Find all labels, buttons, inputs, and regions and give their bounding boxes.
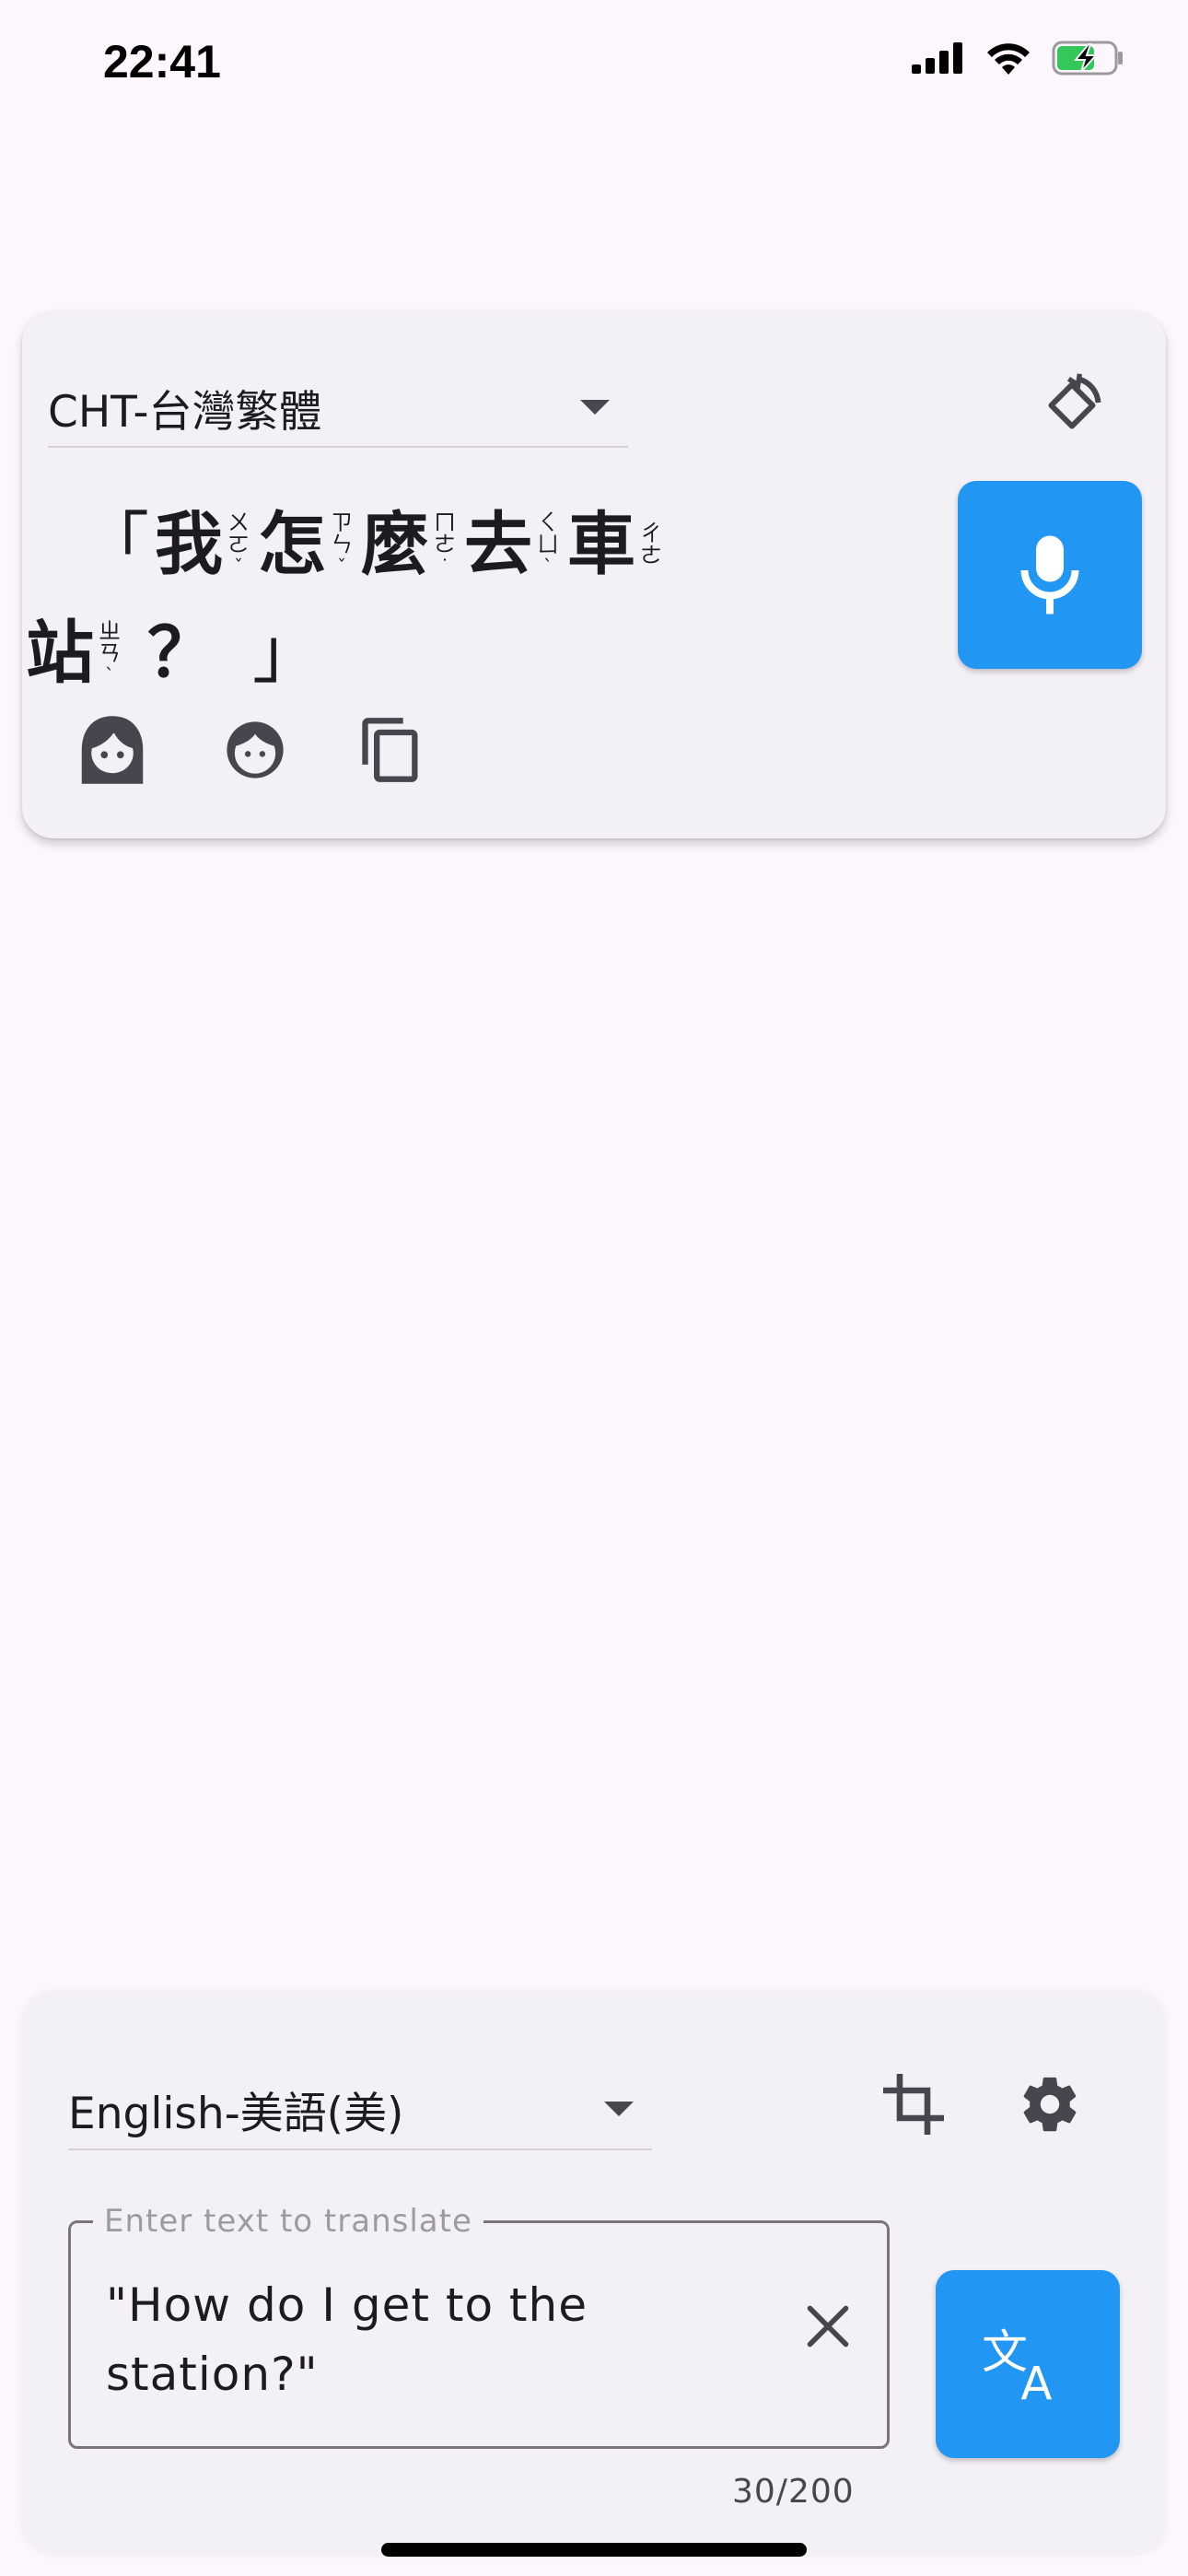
translate-button[interactable]: 文 A	[936, 2270, 1120, 2458]
chevron-down-icon	[580, 400, 610, 415]
char-text: 麼	[361, 505, 429, 584]
bopomofo: ㄗㄣ ˇ	[328, 511, 355, 578]
phrase-char: 麼 ㄇㄜ ˙	[361, 510, 459, 579]
phrase-char: 怎 ㄗㄣ ˇ	[258, 510, 355, 579]
chevron-down-icon	[604, 2102, 634, 2116]
gear-icon	[1023, 2077, 1077, 2132]
signal-icon	[912, 42, 965, 77]
phrase-line-1: 「 我 ㄨㄛ ˇ 怎 ㄗㄣ ˇ 麼 ㄇㄜ ˙ 去 ㄑㄩ ˋ 車 ㄔㄜ	[26, 470, 707, 579]
clear-button[interactable]	[804, 2302, 852, 2354]
copy-button[interactable]	[359, 715, 424, 785]
close-icon	[807, 2305, 849, 2348]
settings-button[interactable]	[1013, 2067, 1087, 2141]
open-bracket: 「	[81, 505, 149, 584]
question-mark: ？	[147, 614, 215, 693]
svg-text:A: A	[1020, 2357, 1052, 2406]
bopomofo-text: ㄓㄢ	[99, 618, 121, 666]
voice-actions	[74, 711, 424, 789]
bopomofo-tone: ˋ	[105, 664, 114, 686]
bopomofo-tone: ˇ	[337, 556, 346, 578]
bopomofo-text: ㄇㄜ	[434, 509, 456, 557]
bopomofo-text: ㄗㄣ	[331, 509, 353, 557]
child-voice-button[interactable]	[223, 718, 287, 782]
bopomofo-text: ㄔㄜ	[640, 521, 662, 568]
bopomofo-tone: ˋ	[543, 556, 553, 578]
phrase-char: 我 ㄨㄛ ˇ	[155, 510, 252, 579]
bopomofo: ㄨㄛ ˇ	[225, 511, 252, 578]
rotate-icon	[1048, 373, 1101, 429]
wifi-icon	[985, 41, 1031, 78]
char-text: 我	[155, 505, 223, 584]
app-screen: 22:41 CHT-台灣繁體 「 我 ㄨㄛ ˇ 怎 ㄗㄣ ˇ 麼 ㄇㄜ ˙ 去 …	[0, 0, 1188, 2576]
bopomofo-tone: ˇ	[234, 556, 243, 578]
crop-button[interactable]	[877, 2067, 950, 2141]
input-label: Enter text to translate	[93, 2203, 483, 2240]
bopomofo: ㄔㄜ	[637, 522, 665, 567]
phrase-char: 站 ㄓㄢ ˋ	[26, 619, 123, 687]
status-time: 22:41	[103, 36, 221, 88]
copy-icon	[362, 718, 418, 782]
char-text: 站	[26, 614, 94, 693]
translate-icon: 文 A	[982, 2325, 1052, 2406]
bopomofo: ㄓㄢ ˋ	[96, 620, 123, 686]
input-language-label: English-美語(美)	[68, 2088, 404, 2139]
female-voice-button[interactable]	[74, 711, 151, 789]
bopomofo-text: ㄨㄛ	[227, 509, 250, 557]
input-language-select[interactable]: English-美語(美)	[68, 2069, 652, 2150]
phrase-char: 車 ㄔㄜ	[567, 510, 665, 579]
text-input-field[interactable]: Enter text to translate "How do I get to…	[68, 2203, 890, 2449]
child-voice-icon	[227, 721, 284, 779]
phrase-line-2: 站 ㄓㄢ ˋ ？ 」	[26, 579, 707, 687]
close-bracket: 」	[252, 614, 320, 693]
bopomofo: ㄇㄜ ˙	[431, 511, 459, 578]
bopomofo-tone: ˙	[440, 556, 449, 578]
home-indicator[interactable]	[381, 2543, 807, 2557]
char-text: 車	[567, 505, 635, 584]
rotate-button[interactable]	[1035, 369, 1109, 442]
input-value[interactable]: "How do I get to the station?"	[106, 2271, 769, 2409]
battery-charging-icon	[1052, 41, 1125, 79]
char-text: 去	[464, 505, 532, 584]
output-language-select[interactable]: CHT-台灣繁體	[48, 369, 628, 448]
mic-button[interactable]	[958, 481, 1142, 669]
female-voice-icon	[81, 716, 144, 784]
mic-icon	[1020, 535, 1079, 615]
bopomofo: ㄑㄩ ˋ	[534, 511, 562, 578]
char-text: 怎	[258, 505, 326, 584]
output-language-label: CHT-台灣繁體	[48, 386, 322, 438]
character-counter: 30/200	[732, 2473, 855, 2511]
phrase-char: 去 ㄑㄩ ˋ	[464, 510, 562, 579]
status-icons	[912, 41, 1125, 79]
bopomofo-text: ㄑㄩ	[537, 509, 559, 557]
crop-icon	[883, 2074, 944, 2135]
translated-phrase: 「 我 ㄨㄛ ˇ 怎 ㄗㄣ ˇ 麼 ㄇㄜ ˙ 去 ㄑㄩ ˋ 車 ㄔㄜ 站 ㄓㄢ …	[26, 470, 707, 687]
